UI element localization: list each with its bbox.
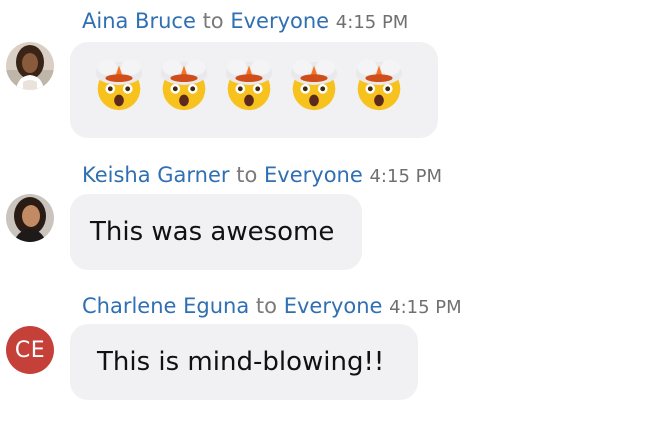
avatar-initials[interactable]: CE bbox=[6, 326, 54, 374]
user-photo-avatar-icon bbox=[6, 42, 54, 90]
message-bubble: This is mind-blowing!! bbox=[70, 324, 418, 400]
message-text: This is mind-blowing!! bbox=[97, 347, 385, 377]
recipient-name[interactable]: Everyone bbox=[230, 9, 329, 33]
exploding-head-emoji-icon bbox=[95, 59, 143, 111]
message-text: This was awesome bbox=[90, 217, 335, 247]
exploding-head-emoji-icon bbox=[290, 59, 338, 111]
exploding-head-emoji-icon bbox=[225, 59, 273, 111]
chat-message: Charlene Eguna to Everyone 4:15 PM CE Th… bbox=[0, 282, 670, 407]
avatar-initials-text: CE bbox=[14, 337, 46, 363]
message-time: 4:15 PM bbox=[335, 12, 409, 33]
message-bubble bbox=[70, 42, 438, 138]
exploding-head-emoji-icon bbox=[160, 59, 208, 111]
sender-name[interactable]: Keisha Garner bbox=[82, 163, 230, 187]
message-time: 4:15 PM bbox=[369, 166, 442, 187]
sender-name[interactable]: Charlene Eguna bbox=[82, 294, 249, 318]
recipient-name[interactable]: Everyone bbox=[284, 294, 383, 318]
recipient-name[interactable]: Everyone bbox=[264, 163, 363, 187]
exploding-head-emoji-icon bbox=[355, 59, 403, 111]
message-time: 4:15 PM bbox=[389, 297, 462, 318]
sender-name[interactable]: Aina Bruce bbox=[82, 9, 196, 33]
chat-message: Aina Bruce to Everyone 4:15 PM bbox=[0, 0, 670, 140]
recipient-connector: to bbox=[236, 163, 258, 187]
chat-message: Keisha Garner to Everyone 4:15 PM This w… bbox=[0, 150, 670, 275]
avatar[interactable] bbox=[6, 194, 54, 242]
avatar[interactable] bbox=[6, 42, 54, 90]
user-photo-avatar-icon bbox=[6, 194, 54, 242]
recipient-connector: to bbox=[202, 9, 224, 33]
message-header: Aina Bruce to Everyone 4:15 PM bbox=[82, 8, 408, 36]
emoji-row bbox=[70, 42, 438, 114]
recipient-connector: to bbox=[255, 294, 278, 318]
message-header: Charlene Eguna to Everyone 4:15 PM bbox=[82, 293, 462, 321]
message-header: Keisha Garner to Everyone 4:15 PM bbox=[82, 162, 442, 190]
message-bubble: This was awesome bbox=[70, 194, 362, 270]
